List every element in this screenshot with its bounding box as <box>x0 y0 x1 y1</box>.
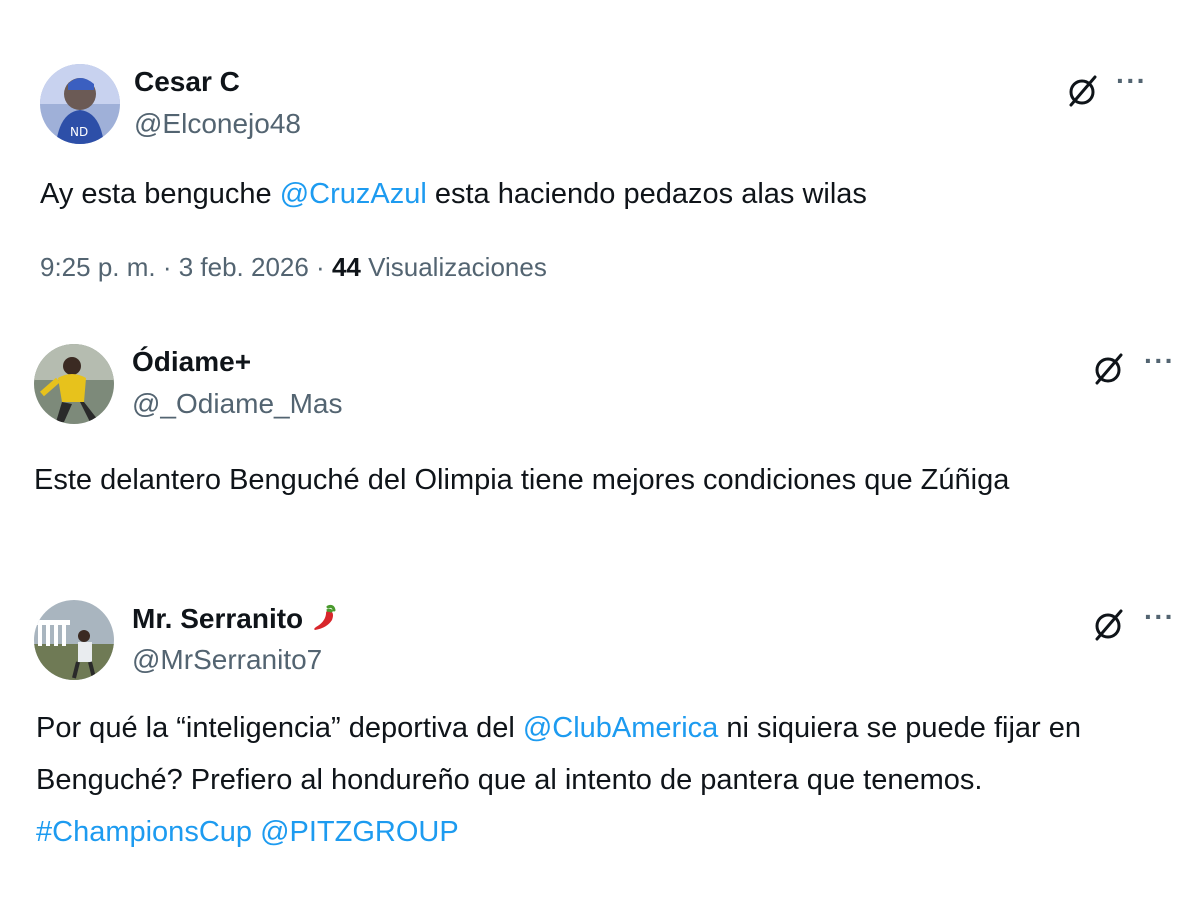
avatar[interactable] <box>34 344 114 424</box>
tweet-text: Por qué la “inteligencia” deportiva del … <box>36 702 1166 858</box>
username[interactable]: @Elconejo48 <box>134 108 301 140</box>
hot-pepper-emoji <box>309 602 339 639</box>
mention-link[interactable]: @PITZGROUP <box>260 816 459 848</box>
avatar[interactable] <box>34 600 114 680</box>
tweet-metadata: 9:25 p. m. · 3 feb. 2026 · 44 Visualizac… <box>40 252 547 283</box>
hashtag-link[interactable]: #ChampionsCup <box>36 816 252 848</box>
grok-icon[interactable] <box>1092 352 1126 386</box>
tweet-text-segment: Ay esta benguche <box>40 178 280 210</box>
tweet-text: Este delantero Benguché del Olimpia tien… <box>34 454 1164 506</box>
username[interactable]: @MrSerranito7 <box>132 644 322 676</box>
mention-link[interactable]: @ClubAmerica <box>523 712 718 744</box>
tweet-card[interactable]: ND Cesar C @Elconejo48 ··· Ay esta bengu… <box>22 40 1172 310</box>
more-options-icon[interactable]: ··· <box>1144 602 1180 632</box>
display-name[interactable]: Cesar C <box>134 66 240 98</box>
views-label: Visualizaciones <box>360 252 547 282</box>
avatar[interactable]: ND <box>40 64 120 144</box>
tweet-text-segment <box>252 816 260 848</box>
tweet-text-segment: Por qué la “inteligencia” deportiva del <box>36 712 523 744</box>
mention-link[interactable]: @CruzAzul <box>280 178 427 210</box>
display-name[interactable]: Mr. Serranito <box>132 602 339 639</box>
tweet-card[interactable]: Mr. Serranito @MrSerranito7 ··· Por qué … <box>18 578 1188 868</box>
views-count: 44 <box>331 252 361 282</box>
tweet-text-segment: Este delantero Benguché del Olimpia tien… <box>34 464 1010 496</box>
display-name[interactable]: Ódiame+ <box>132 346 251 378</box>
tweet-text-segment: esta haciendo pedazos alas wilas <box>426 178 867 210</box>
svg-text:ND: ND <box>70 125 88 139</box>
display-name-text: Mr. Serranito <box>132 602 304 634</box>
more-options-icon[interactable]: ··· <box>1116 66 1152 96</box>
tweet-text: Ay esta benguche @CruzAzul esta haciendo… <box>40 168 1150 220</box>
username[interactable]: @_Odiame_Mas <box>132 388 343 420</box>
more-options-icon[interactable]: ··· <box>1144 346 1180 376</box>
grok-icon[interactable] <box>1066 74 1100 108</box>
tweet-card[interactable]: Ódiame+ @_Odiame_Mas ··· Este delantero … <box>18 322 1188 557</box>
grok-icon[interactable] <box>1092 608 1126 642</box>
timestamp[interactable]: 9:25 p. m. · 3 feb. 2026 · <box>40 252 332 282</box>
